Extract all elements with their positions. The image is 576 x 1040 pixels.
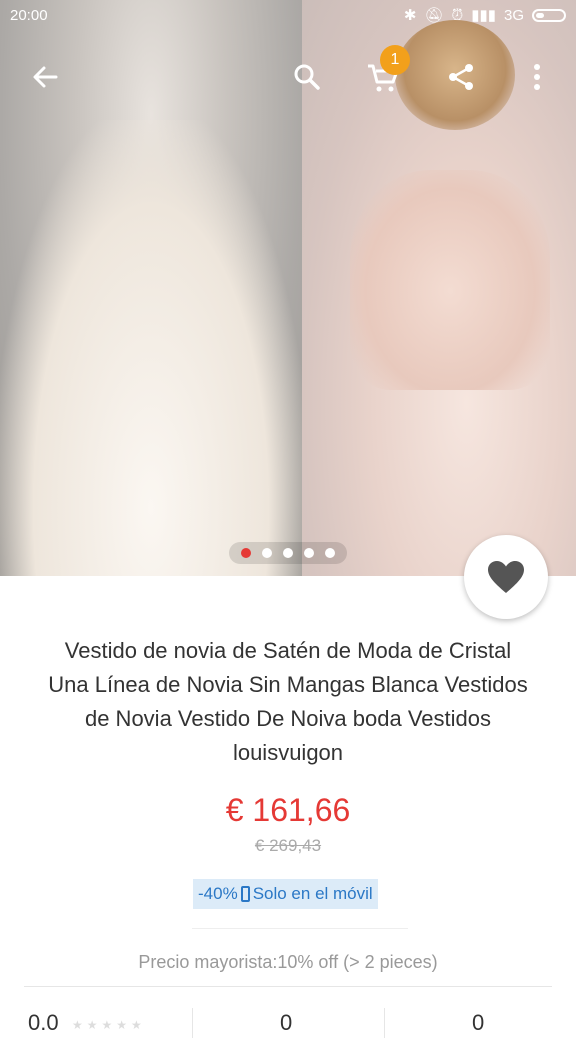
product-price: € 161,66 <box>225 792 351 828</box>
mobile-discount-badge: -40% Solo en el móvil <box>193 879 378 909</box>
product-title-line: louisvuigon <box>232 740 344 765</box>
product-title-line: de Novia Vestido De Noiva boda Vestidos <box>84 706 492 731</box>
discount-percent: -40% <box>198 884 238 903</box>
mobile-only-label: Solo en el móvil <box>252 884 373 903</box>
cart-count-badge: 1 <box>380 45 410 75</box>
wishlist-button[interactable] <box>464 535 548 619</box>
gallery-pagination <box>229 542 347 564</box>
pagination-dot[interactable] <box>304 548 314 558</box>
rating-stars-icon: ★★★★★ <box>72 1018 146 1032</box>
pagination-dot[interactable] <box>325 548 335 558</box>
pagination-dot[interactable] <box>283 548 293 558</box>
rating-value: 0.0 <box>28 1010 59 1035</box>
divider <box>192 928 408 929</box>
stat-right-value[interactable]: 0 <box>472 1010 484 1036</box>
product-title-line: Vestido de novia de Satén de Moda de Cri… <box>64 638 512 663</box>
product-title-line: Una Línea de Novia Sin Mangas Blanca Ves… <box>48 672 528 697</box>
signal-icon: ▮▮▮ <box>471 7 496 24</box>
search-icon[interactable] <box>287 57 327 97</box>
divider <box>192 1008 193 1038</box>
more-options-icon[interactable] <box>520 57 554 97</box>
original-price: € 269,43 <box>254 836 322 855</box>
alarm-icon: ⏰︎ <box>451 6 464 24</box>
dress-front-shape <box>0 120 302 576</box>
phone-icon <box>240 886 250 902</box>
status-time: 20:00 <box>10 7 48 24</box>
status-icons: ✱ 🔕︎ ⏰︎ ▮▮▮ 3G <box>404 6 566 24</box>
product-stats-row: 0.0 ★★★★★ 0 0 <box>0 1000 576 1040</box>
mute-icon: 🔕︎ <box>424 7 444 24</box>
divider <box>384 1008 385 1038</box>
pagination-dot-active[interactable] <box>241 548 251 558</box>
battery-icon <box>532 8 566 22</box>
divider <box>24 986 552 987</box>
bluetooth-icon: ✱ <box>403 7 417 24</box>
wholesale-price-note: Precio mayorista:10% off (> 2 pieces) <box>138 952 438 972</box>
stat-middle-value[interactable]: 0 <box>280 1010 292 1036</box>
dress-back-shape <box>350 170 550 390</box>
status-bar: 20:00 ✱ 🔕︎ ⏰︎ ▮▮▮ 3G <box>0 0 576 32</box>
pagination-dot[interactable] <box>262 548 272 558</box>
heart-icon <box>488 561 524 593</box>
product-title: Vestido de novia de Satén de Moda de Cri… <box>20 634 556 770</box>
top-action-bar <box>0 32 576 122</box>
back-arrow-icon[interactable] <box>25 57 65 97</box>
network-label: 3G <box>503 6 524 24</box>
share-icon[interactable] <box>441 57 481 97</box>
